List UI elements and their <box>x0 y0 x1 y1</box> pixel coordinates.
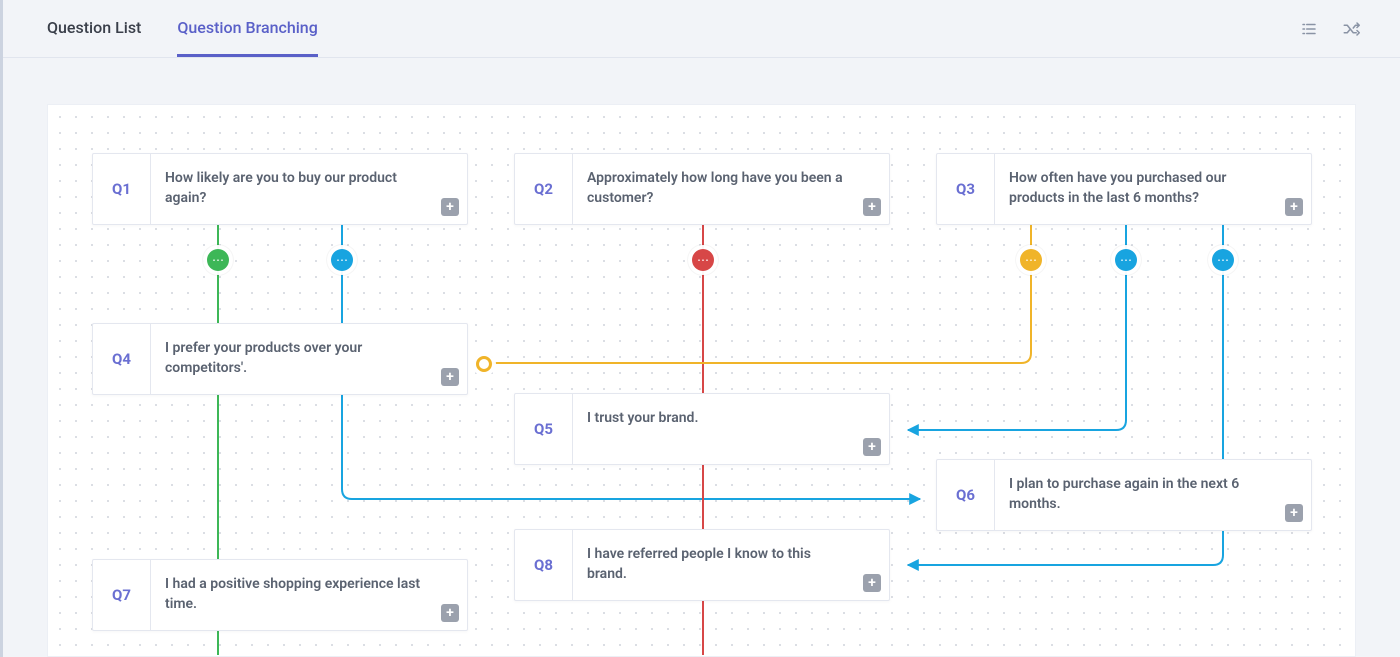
question-text: I had a positive shopping experience las… <box>151 560 467 630</box>
question-code: Q3 <box>937 154 995 224</box>
question-code: Q7 <box>93 560 151 630</box>
list-icon[interactable] <box>1300 20 1318 38</box>
question-card-q1[interactable]: Q1 How likely are you to buy our product… <box>92 153 468 225</box>
branch-node[interactable] <box>1115 249 1137 271</box>
add-rule-button[interactable]: + <box>441 198 459 216</box>
question-text: I trust your brand.+ <box>573 394 889 464</box>
add-rule-button[interactable]: + <box>441 368 459 386</box>
branch-node[interactable] <box>1212 249 1234 271</box>
question-text: I plan to purchase again in the next 6 m… <box>995 460 1311 530</box>
question-card-q7[interactable]: Q7 I had a positive shopping experience … <box>92 559 468 631</box>
question-code: Q8 <box>515 530 573 600</box>
add-rule-button[interactable]: + <box>863 574 881 592</box>
branch-port[interactable] <box>476 356 492 372</box>
tab-question-list[interactable]: Question List <box>47 0 141 57</box>
question-text: Approximately how long have you been a c… <box>573 154 889 224</box>
question-text: I prefer your products over your competi… <box>151 324 467 394</box>
tabs: Question List Question Branching <box>47 0 318 57</box>
question-card-q2[interactable]: Q2 Approximately how long have you been … <box>514 153 890 225</box>
question-code: Q2 <box>515 154 573 224</box>
branch-node[interactable] <box>207 249 229 271</box>
header: Question List Question Branching <box>3 0 1400 58</box>
header-actions <box>1300 20 1360 38</box>
add-rule-button[interactable]: + <box>863 438 881 456</box>
add-rule-button[interactable]: + <box>1285 198 1303 216</box>
question-card-q4[interactable]: Q4 I prefer your products over your comp… <box>92 323 468 395</box>
question-card-q3[interactable]: Q3 How often have you purchased our prod… <box>936 153 1312 225</box>
question-card-q8[interactable]: Q8 I have referred people I know to this… <box>514 529 890 601</box>
shuffle-icon[interactable] <box>1342 20 1360 38</box>
add-rule-button[interactable]: + <box>863 198 881 216</box>
question-card-q6[interactable]: Q6 I plan to purchase again in the next … <box>936 459 1312 531</box>
tab-question-branching[interactable]: Question Branching <box>177 0 317 57</box>
add-rule-button[interactable]: + <box>441 604 459 622</box>
branch-node[interactable] <box>1020 249 1042 271</box>
question-code: Q6 <box>937 460 995 530</box>
branch-node[interactable] <box>331 249 353 271</box>
add-rule-button[interactable]: + <box>1285 504 1303 522</box>
question-code: Q4 <box>93 324 151 394</box>
question-card-q5[interactable]: Q5 I trust your brand.+ <box>514 393 890 465</box>
branch-node[interactable] <box>692 249 714 271</box>
question-text: How often have you purchased our product… <box>995 154 1311 224</box>
canvas[interactable]: Q1 How likely are you to buy our product… <box>47 104 1356 657</box>
question-text: I have referred people I know to this br… <box>573 530 889 600</box>
question-code: Q1 <box>93 154 151 224</box>
question-code: Q5 <box>515 394 573 464</box>
question-text: How likely are you to buy our product ag… <box>151 154 467 224</box>
